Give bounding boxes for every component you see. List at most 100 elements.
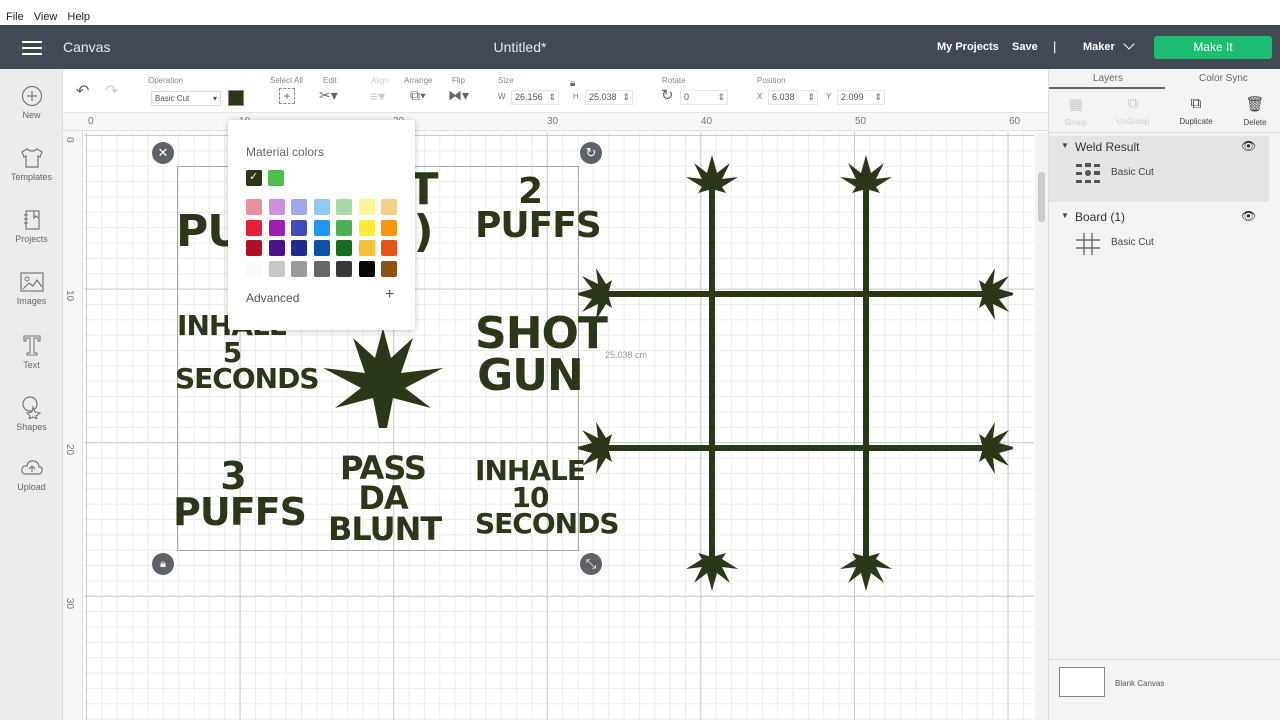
design-tile-pass-da-blunt[interactable]: PASS DA BLUNT <box>328 452 442 545</box>
palette-color-swatch[interactable] <box>381 260 397 277</box>
chevron-down-icon[interactable] <box>1123 38 1135 50</box>
layer-weld-result[interactable]: ▼ Weld Result 👁︎ Basic Cut <box>1049 136 1269 202</box>
palette-color-swatch[interactable] <box>246 240 262 256</box>
board-bar-horizontal <box>588 291 1003 297</box>
redo-icon[interactable]: ↷ <box>105 81 118 101</box>
palette-color-swatch[interactable] <box>246 199 262 215</box>
palette-color-swatch[interactable] <box>381 199 397 215</box>
palette-color-swatch[interactable] <box>358 199 375 215</box>
lock-handle-icon[interactable]: 🔒︎ <box>152 553 174 575</box>
visibility-eye-icon[interactable]: 👁︎ <box>1241 209 1256 223</box>
recent-color-swatch[interactable] <box>268 170 284 186</box>
layer-item[interactable]: Basic Cut <box>1049 158 1269 190</box>
nav-new[interactable]: New <box>0 85 63 120</box>
palette-color-swatch[interactable] <box>336 260 352 277</box>
palette-color-swatch[interactable] <box>291 199 307 215</box>
menu-view[interactable]: View <box>34 11 58 23</box>
menu-file[interactable]: File <box>6 11 24 23</box>
palette-color-swatch[interactable] <box>358 240 375 256</box>
design-tile-3-puffs[interactable]: 3 PUFFS <box>173 457 307 531</box>
edit-scissors-icon[interactable]: ✂▾ <box>319 87 338 104</box>
recent-color-swatch[interactable] <box>246 170 262 186</box>
make-it-button[interactable]: Make It <box>1154 36 1272 59</box>
canvas-vertical-scrollbar[interactable] <box>1035 132 1048 720</box>
palette-color-swatch[interactable] <box>291 260 307 277</box>
edit-toolbar: ↶ ↷ Operation Basic Cut Select All + Edi… <box>63 69 1048 113</box>
collapse-triangle-icon[interactable]: ▼ <box>1061 141 1069 150</box>
layer-name: Board (1) <box>1075 210 1126 224</box>
nav-templates[interactable]: Templates <box>0 147 63 182</box>
scroll-thumb[interactable] <box>1038 172 1045 222</box>
add-color-icon[interactable]: + <box>385 286 394 304</box>
ruler-tick-label: 60 <box>1009 116 1021 127</box>
palette-color-swatch[interactable] <box>313 260 330 277</box>
palette-color-swatch[interactable] <box>336 199 352 215</box>
palette-color-swatch[interactable] <box>268 240 285 256</box>
tictactoe-board[interactable] <box>578 153 1013 593</box>
lock-icon[interactable]: 🔒︎ <box>570 78 575 89</box>
machine-selector[interactable]: Maker <box>1083 41 1115 53</box>
nav-images[interactable]: Images <box>0 271 63 306</box>
palette-color-swatch[interactable] <box>313 240 330 256</box>
menu-help[interactable]: Help <box>67 11 90 23</box>
text-icon <box>22 335 41 356</box>
palette-color-swatch[interactable] <box>336 240 352 256</box>
design-tile-inhale-10-seconds[interactable]: INHALE 10 SECONDS <box>475 456 619 538</box>
design-tile-2-puffs[interactable]: 2 PUFFS <box>475 173 602 243</box>
nav-upload[interactable]: Upload <box>0 457 63 492</box>
align-icon[interactable]: ≡▾ <box>370 88 385 105</box>
layer-header[interactable]: ▼ Weld Result 👁︎ <box>1049 136 1269 158</box>
rotate-input[interactable]: 0 <box>680 90 728 105</box>
width-input[interactable]: 26.156 <box>511 90 559 105</box>
tab-color-sync[interactable]: Color Sync <box>1199 73 1248 84</box>
palette-color-swatch[interactable] <box>313 219 330 236</box>
layer-board[interactable]: ▼ Board (1) 👁︎ Basic Cut <box>1049 206 1269 266</box>
group-button[interactable]: ▦ Group <box>1051 95 1101 127</box>
operation-select[interactable]: Basic Cut <box>151 91 221 106</box>
palette-color-swatch[interactable] <box>381 240 397 256</box>
layer-item[interactable]: Basic Cut <box>1049 228 1269 260</box>
palette-color-swatch[interactable] <box>268 219 285 236</box>
palette-color-swatch[interactable] <box>358 260 375 277</box>
blank-canvas-layer[interactable]: Blank Canvas <box>1049 659 1280 699</box>
nav-projects[interactable]: Projects <box>0 209 63 244</box>
arrange-icon[interactable]: ⧉▾ <box>410 87 426 104</box>
palette-color-swatch[interactable] <box>246 219 262 236</box>
design-canvas[interactable]: 0 10 20 30 40 50 60 0 10 20 30 ✕ ↻ 🔒︎ ⤡ … <box>63 113 1048 720</box>
align-label: Align <box>371 76 389 85</box>
palette-color-swatch[interactable] <box>268 199 285 215</box>
design-tile-shot-gun[interactable]: SHOT GUN <box>475 312 608 398</box>
tab-layers[interactable]: Layers <box>1093 73 1123 84</box>
flip-icon[interactable]: ⧓▾ <box>448 87 469 104</box>
my-projects-link[interactable]: My Projects <box>937 41 999 53</box>
delete-button[interactable]: 🗑︎ Delete <box>1230 95 1280 127</box>
select-all-icon[interactable]: + <box>279 88 295 104</box>
cannabis-leaf-icon[interactable] <box>321 328 445 428</box>
palette-color-swatch[interactable] <box>291 219 307 236</box>
save-button[interactable]: Save <box>1012 41 1038 53</box>
nav-upload-label: Upload <box>17 482 46 492</box>
nav-text[interactable]: Text <box>0 333 63 370</box>
height-input[interactable]: 25.038 <box>585 90 633 105</box>
undo-icon[interactable]: ↶ <box>76 81 89 101</box>
palette-color-swatch[interactable] <box>246 260 262 277</box>
y-position-input[interactable]: 2.099 <box>837 90 885 105</box>
board-bar-horizontal <box>588 445 1003 451</box>
visibility-eye-icon[interactable]: 👁︎ <box>1241 139 1256 153</box>
palette-color-swatch[interactable] <box>358 219 375 236</box>
duplicate-button[interactable]: ⧉ Duplicate <box>1171 95 1221 126</box>
nav-shapes[interactable]: Shapes <box>0 395 63 432</box>
operation-color-swatch[interactable] <box>228 90 244 106</box>
delete-handle-icon[interactable]: ✕ <box>152 142 174 164</box>
palette-color-swatch[interactable] <box>313 199 330 215</box>
advanced-colors-link[interactable]: Advanced <box>246 291 299 305</box>
layer-header[interactable]: ▼ Board (1) 👁︎ <box>1049 206 1269 228</box>
collapse-triangle-icon[interactable]: ▼ <box>1061 211 1069 220</box>
ungroup-button[interactable]: ⧉ UnGroup <box>1108 95 1158 126</box>
x-position-input[interactable]: 6.038 <box>768 90 818 105</box>
palette-color-swatch[interactable] <box>336 219 352 236</box>
palette-color-swatch[interactable] <box>291 240 307 256</box>
nav-shapes-label: Shapes <box>16 422 47 432</box>
palette-color-swatch[interactable] <box>268 260 285 277</box>
palette-color-swatch[interactable] <box>381 219 397 236</box>
